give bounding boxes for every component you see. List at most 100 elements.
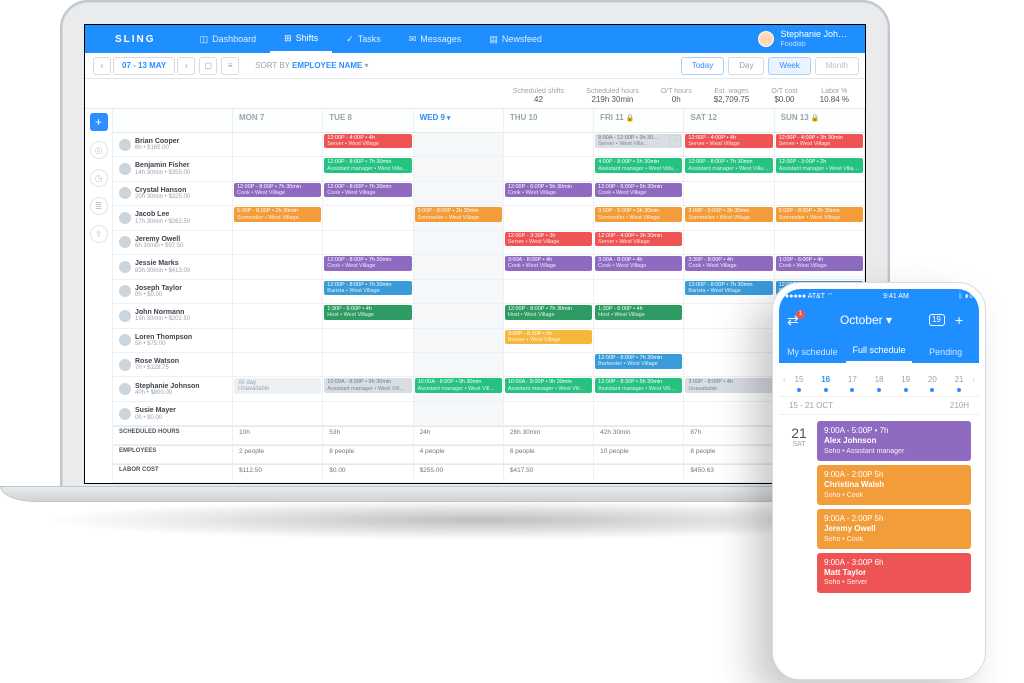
shift-card[interactable]: 9:00A - 2:00P 5hJeremy OwellSoho • Cook (817, 509, 971, 549)
schedule-cell[interactable] (233, 157, 323, 181)
nav-tab-newsfeed[interactable]: ▤Newsfeed (475, 25, 556, 53)
shift[interactable]: 12:00P - 6:00P • 5h 30minCook • West Vil… (505, 183, 592, 198)
schedule-cell[interactable] (414, 280, 504, 304)
schedule-cell[interactable]: 1:00P - 6:00P • 4hCook • West Village (775, 255, 865, 279)
schedule-cell[interactable] (504, 402, 594, 426)
schedule-cell[interactable] (504, 280, 594, 304)
schedule-cell[interactable]: All dayUnavailable (233, 377, 323, 402)
shift[interactable]: 12:00P - 8:00P • 7h 30minBarista • West … (685, 281, 772, 296)
shift[interactable]: 3:00P - 8:00P • 4hUnavailable (685, 378, 772, 393)
schedule-cell[interactable] (684, 182, 774, 206)
employee-row[interactable]: Stephanie Johnson40h • $800.00 (113, 377, 233, 402)
shift[interactable]: 12:00P - 4:00P • 4hServer • West Village (324, 134, 411, 149)
nav-tab-dashboard[interactable]: ◫Dashboard (186, 25, 271, 53)
schedule-cell[interactable]: 12:00P - 8:30P • 5h 30minAssistant manag… (594, 377, 684, 402)
schedule-cell[interactable]: 3:00P - 8:00P • 4hUnavailable (684, 377, 774, 402)
shift[interactable]: 5:00P - 8:00P • 2h 30minSommelier • West… (776, 207, 863, 222)
employee-row[interactable]: John Normann15h 30min • $202.50 (113, 304, 233, 328)
schedule-cell[interactable]: 12:00P - 8:00P • 7h 30minHost • West Vil… (504, 304, 594, 328)
phone-date[interactable]: 15 (786, 375, 813, 384)
view-month[interactable]: Month (815, 57, 859, 75)
shift[interactable]: 12:00P - 3:00P • 2hAssistant manager • W… (776, 158, 863, 173)
schedule-cell[interactable] (414, 353, 504, 377)
nav-tab-shifts[interactable]: ⊞Shifts (270, 25, 332, 53)
schedule-cell[interactable] (414, 182, 504, 206)
shift[interactable]: 12:00P - 4:00P • 4hServer • West Village (685, 134, 772, 149)
shift-card[interactable]: 9:00A - 3:00P 6hMatt TaylorSoho • Server (817, 553, 971, 593)
schedule-cell[interactable] (775, 182, 865, 206)
schedule-cell[interactable] (233, 402, 323, 426)
filter-icon[interactable]: ⇄1 (787, 312, 803, 329)
nav-tab-tasks[interactable]: ✓Tasks (332, 25, 395, 53)
phone-date[interactable]: 17 (839, 375, 866, 384)
aux-button-1[interactable]: ▢ (199, 57, 217, 75)
shift[interactable]: 12:00P - 8:00P • 7h 30minAssistant manag… (324, 158, 411, 173)
employee-row[interactable]: Jacob Lee17h 30min • $262.50 (113, 206, 233, 230)
phone-title[interactable]: October ▾ (840, 313, 892, 327)
employee-row[interactable]: Crystal Hanson20h 30min • $325.00 (113, 182, 233, 206)
schedule-cell[interactable]: 12:00P - 8:00P • 7h 30minBartender • Wes… (594, 353, 684, 377)
phone-date[interactable]: 19 (892, 375, 919, 384)
shift[interactable]: 12:00P - 8:00P • 7h 30minBartender • Wes… (595, 354, 682, 369)
shift[interactable]: 3:00A - 8:00P • 4hCook • West Village (505, 256, 592, 271)
schedule-cell[interactable]: 12:00P - 6:00P • 5h 30minCook • West Vil… (504, 182, 594, 206)
schedule-cell[interactable] (323, 353, 413, 377)
day-header[interactable]: THU 10 (504, 109, 594, 133)
schedule-cell[interactable] (233, 353, 323, 377)
next-week-button[interactable]: › (177, 57, 195, 75)
schedule-cell[interactable] (233, 304, 323, 328)
employee-row[interactable]: Joseph Taylor0h • $0.00 (113, 280, 233, 304)
shift[interactable]: 10:00A - 8:00P • 9h 30minAssistant manag… (324, 378, 411, 393)
shift[interactable]: 12:00P - 8:00P • 7h 30minHost • West Vil… (505, 305, 592, 320)
schedule-cell[interactable]: 12:00P - 8:00P • 7h 30minCook • West Vil… (233, 182, 323, 206)
schedule-cell[interactable]: 12:00P - 8:00P • 7h 30minBarista • West … (323, 280, 413, 304)
shift[interactable]: 3:00P - 5:00P • 3h 30minSommelier • West… (595, 207, 682, 222)
share-icon[interactable]: ⇪ (90, 225, 108, 243)
location-icon[interactable]: ◎ (90, 141, 108, 159)
schedule-cell[interactable]: 12:00P - 8:00P • 7h 30minCook • West Vil… (323, 182, 413, 206)
schedule-cell[interactable] (504, 133, 594, 157)
phone-tab[interactable]: Pending (912, 347, 979, 363)
phone-date[interactable]: 18 (866, 375, 893, 384)
schedule-cell[interactable]: 4:00P - 8:00P • 3h 30minAssistant manage… (594, 157, 684, 181)
schedule-cell[interactable] (594, 329, 684, 353)
schedule-cell[interactable]: 12:00P - 6:00P • 5h 30minCook • West Vil… (594, 182, 684, 206)
schedule-cell[interactable] (684, 304, 774, 328)
schedule-cell[interactable] (323, 206, 413, 230)
user-menu[interactable]: Stephanie Joh… Foodlab (758, 30, 865, 48)
schedule-cell[interactable] (233, 329, 323, 353)
schedule-cell[interactable]: 12:00P - 4:00P • 3h 30minServer • West V… (775, 133, 865, 157)
shift[interactable]: 12:00P - 6:00P • 5h 30minCook • West Vil… (595, 183, 682, 198)
shift[interactable]: 12:00P - 4:00P • 3h 30minServer • West V… (595, 232, 682, 247)
schedule-cell[interactable] (414, 157, 504, 181)
schedule-cell[interactable] (414, 133, 504, 157)
schedule-cell[interactable] (594, 280, 684, 304)
schedule-cell[interactable] (323, 402, 413, 426)
schedule-cell[interactable]: 3:00A - 8:00P • 4hCook • West Village (504, 255, 594, 279)
schedule-cell[interactable]: 12:00P - 8:00P • 7h 30minAssistant manag… (684, 157, 774, 181)
phone-date[interactable]: 21 (946, 375, 973, 384)
schedule-cell[interactable] (684, 402, 774, 426)
day-header[interactable]: SUN 13 🔒 (775, 109, 865, 133)
schedule-cell[interactable]: 12:00P - 3:00P • 2hAssistant manager • W… (775, 157, 865, 181)
employee-row[interactable]: Rose Watson7h • $128.75 (113, 353, 233, 377)
schedule-cell[interactable]: 3:00A - 8:00P • 4hCook • West Village (594, 255, 684, 279)
schedule-cell[interactable]: +8:00A - 12:00P • 3h 30…Server • West Vi… (594, 133, 684, 157)
schedule-cell[interactable] (414, 402, 504, 426)
schedule-cell[interactable] (684, 231, 774, 255)
schedule-cell[interactable]: 12:00P - 8:00P • 7h 30minBarista • West … (684, 280, 774, 304)
employee-row[interactable]: Susie Mayer0h • $0.00 (113, 402, 233, 426)
shift[interactable]: 12:00P - 3:30P • 3hServer • West Village (505, 232, 592, 247)
schedule-cell[interactable] (233, 255, 323, 279)
shift[interactable]: 12:00P - 8:00P • 7h 30minCook • West Vil… (234, 183, 321, 198)
nav-tab-messages[interactable]: ✉Messages (395, 25, 476, 53)
add-button[interactable]: + (90, 113, 108, 131)
day-header[interactable]: TUE 8 (323, 109, 413, 133)
schedule-cell[interactable]: 3:00P - 8:30P • 5hBusser • West Village (504, 329, 594, 353)
clock-icon[interactable]: ◷ (90, 169, 108, 187)
shift[interactable]: 12:00P - 8:00P • 7h 30minCook • West Vil… (324, 256, 411, 271)
employee-row[interactable]: Jessie Marks83h 30min • $413.00 (113, 255, 233, 279)
schedule-cell[interactable] (414, 329, 504, 353)
schedule-cell[interactable] (504, 157, 594, 181)
schedule-cell[interactable]: 12:00P - 4:00P • 3h 30minServer • West V… (594, 231, 684, 255)
